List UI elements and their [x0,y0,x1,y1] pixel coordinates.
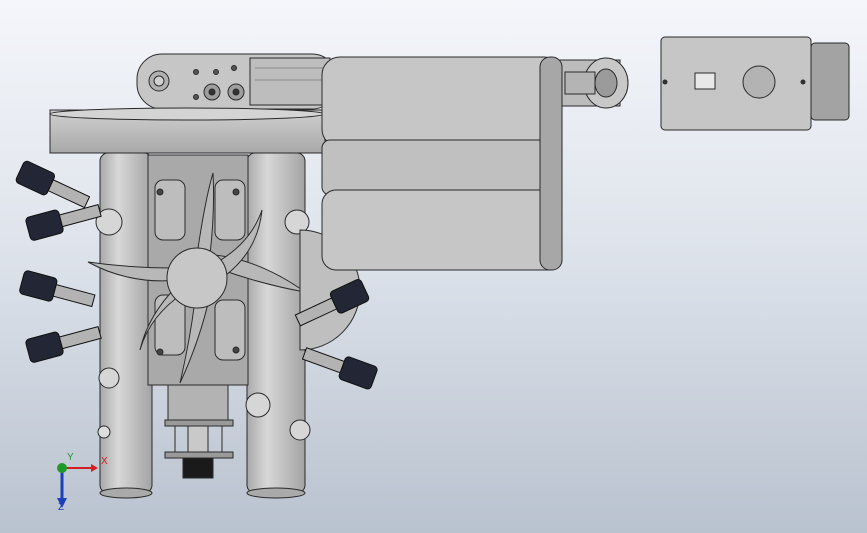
y-axis-label: Y [67,452,74,463]
upper-plate [49,107,326,154]
z-axis-label: Z [58,502,65,513]
cad-graphics-viewport[interactable]: X Y Z [0,0,867,533]
x-axis-label: X [101,456,108,467]
motor-housing [321,56,563,271]
axis-arrows-icon [57,463,98,508]
coordinate-triad: X Y Z [48,452,108,516]
control-panel [660,36,850,131]
spindle [164,384,234,479]
assembly-model[interactable] [0,0,867,533]
top-bracket [136,53,338,110]
left-tube [95,152,153,499]
left-connectors [15,160,102,363]
